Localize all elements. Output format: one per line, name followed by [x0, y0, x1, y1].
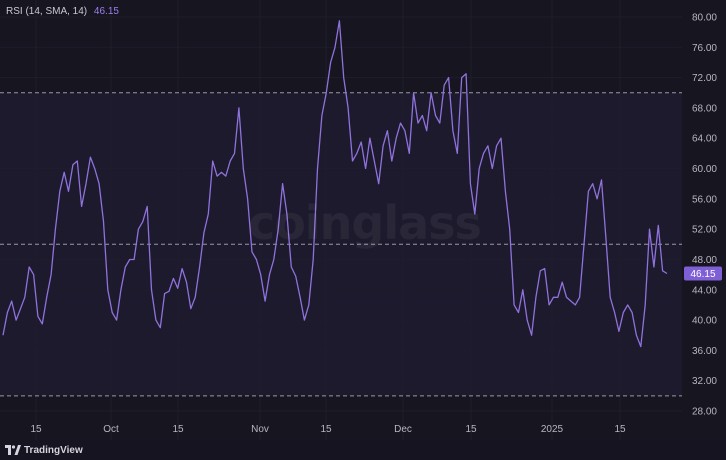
- x-tick-label: 15: [30, 424, 42, 435]
- indicator-label: RSI (14, SMA, 14): [6, 6, 88, 17]
- y-axis: 80.00 76.00 72.00 68.00 64.00 60.00 56.00 52.00…: [692, 13, 717, 418]
- footer: [0, 440, 726, 460]
- indicator-value: 46.15: [93, 6, 119, 17]
- brand-name: TradingView: [24, 444, 83, 456]
- y-tick-label: 40.00: [692, 316, 717, 327]
- brand[interactable]: TradingView: [5, 443, 83, 457]
- y-tick-label: 32.00: [692, 376, 717, 387]
- x-tick-label: Oct: [103, 424, 119, 435]
- x-tick-label: 15: [172, 424, 184, 435]
- y-tick-label: 28.00: [692, 407, 717, 418]
- last-value-label: 46.15: [690, 269, 715, 280]
- y-tick-label: 56.00: [692, 194, 717, 205]
- rsi-chart-pane[interactable]: 80.00 76.00 72.00 68.00 64.00 60.00 56.00 52.00…: [0, 0, 726, 460]
- watermark: coinglass: [248, 196, 482, 250]
- y-tick-label: 72.00: [692, 73, 717, 84]
- x-tick-label: 15: [465, 424, 477, 435]
- y-tick-label: 52.00: [692, 225, 717, 236]
- y-tick-label: 76.00: [692, 43, 717, 54]
- last-value-tag: 46.15: [684, 266, 722, 281]
- x-tick-label: 15: [614, 424, 626, 435]
- x-tick-label: Dec: [394, 424, 412, 435]
- y-tick-label: 64.00: [692, 134, 717, 145]
- y-tick-label: 44.00: [692, 285, 717, 296]
- tradingview-logo-icon: [5, 445, 21, 455]
- y-tick-label: 80.00: [692, 13, 717, 24]
- y-tick-label: 68.00: [692, 103, 717, 114]
- x-tick-label: 15: [320, 424, 332, 435]
- indicator-legend[interactable]: RSI (14, SMA, 14) 46.15: [6, 6, 119, 17]
- y-tick-label: 48.00: [692, 255, 717, 266]
- x-tick-label: 2025: [541, 424, 564, 435]
- y-tick-label: 60.00: [692, 164, 717, 175]
- x-tick-label: Nov: [251, 424, 269, 435]
- y-tick-label: 36.00: [692, 346, 717, 357]
